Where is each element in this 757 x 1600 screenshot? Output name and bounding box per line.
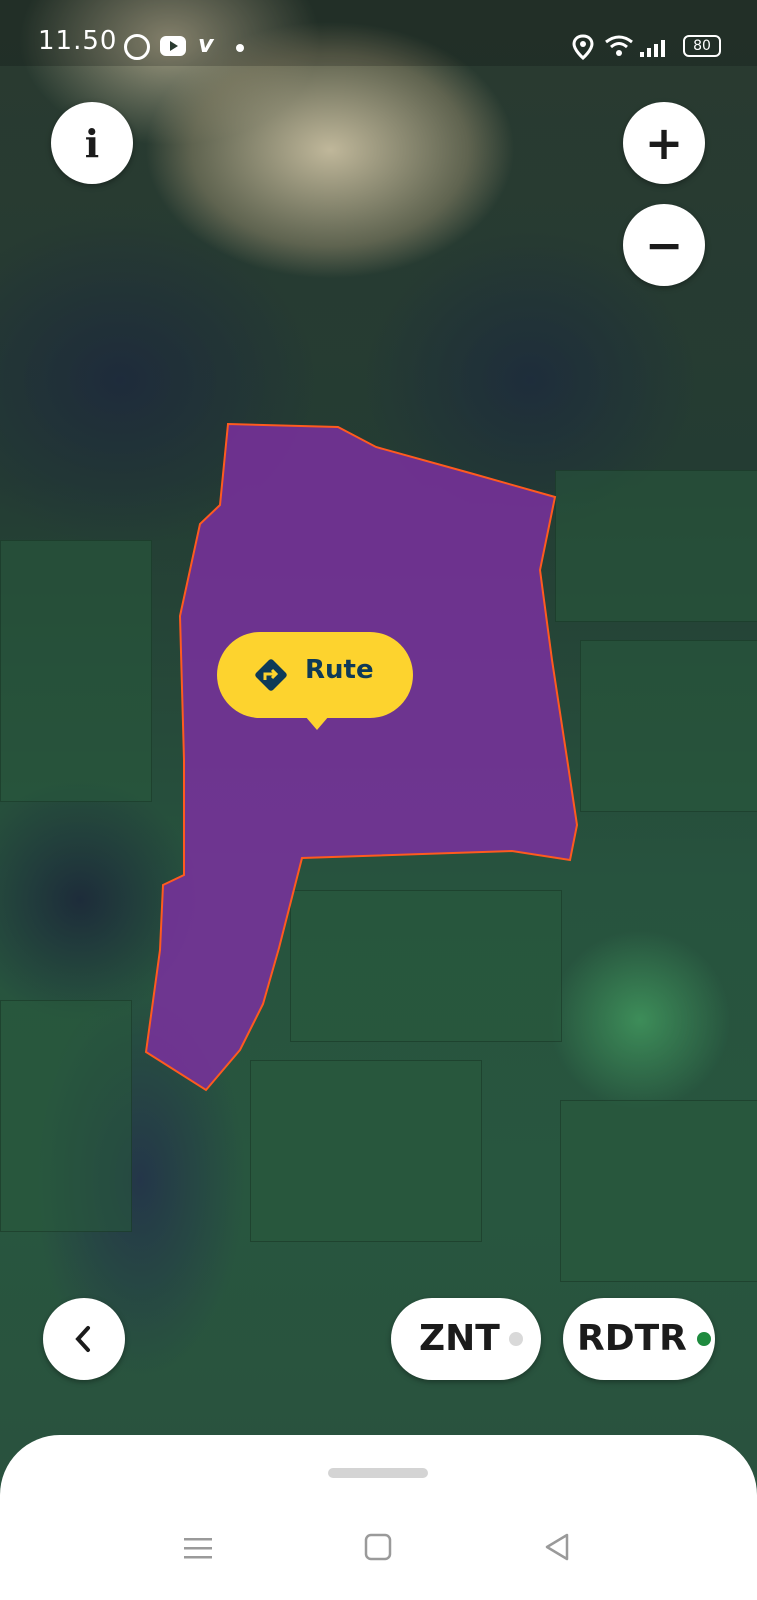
wifi-icon <box>605 35 633 56</box>
route-bubble-pointer <box>305 716 329 730</box>
zoom-out-button[interactable]: − <box>623 204 705 286</box>
home-square-icon[interactable] <box>364 1533 392 1561</box>
route-label: Rute <box>305 655 374 685</box>
znt-status-dot <box>509 1332 523 1346</box>
znt-label: ZNT <box>419 1318 500 1359</box>
youtube-icon <box>160 36 186 56</box>
status-time: 11.50 <box>38 26 118 56</box>
znt-layer-toggle[interactable]: ZNT <box>391 1298 541 1380</box>
menu-icon[interactable] <box>184 1536 212 1560</box>
back-button[interactable] <box>43 1298 125 1380</box>
info-icon: i <box>84 120 100 166</box>
bottom-sheet[interactable] <box>0 1435 757 1600</box>
directions-icon <box>255 659 287 691</box>
battery-indicator: 80 <box>683 35 721 57</box>
zoom-in-button[interactable]: + <box>623 102 705 184</box>
whatsapp-icon <box>124 34 150 60</box>
chevron-left-icon <box>75 1326 90 1352</box>
signal-icon <box>640 40 665 57</box>
info-button[interactable]: i <box>51 102 133 184</box>
rdtr-status-dot <box>697 1332 711 1346</box>
plus-icon: + <box>644 116 684 170</box>
battery-level: 80 <box>693 38 711 54</box>
route-bubble[interactable]: Rute <box>217 632 413 730</box>
rdtr-label: RDTR <box>577 1318 687 1359</box>
dot-icon <box>236 44 244 52</box>
status-bar: 11.50 v 80 <box>0 0 757 66</box>
rdtr-layer-toggle[interactable]: RDTR <box>563 1298 715 1380</box>
minus-icon: − <box>644 218 684 272</box>
vimeo-icon: v <box>198 30 214 58</box>
drag-handle[interactable] <box>328 1468 428 1478</box>
back-triangle-icon[interactable] <box>543 1532 571 1562</box>
location-icon <box>572 34 594 60</box>
land-parcel-polygon[interactable] <box>144 422 579 1092</box>
